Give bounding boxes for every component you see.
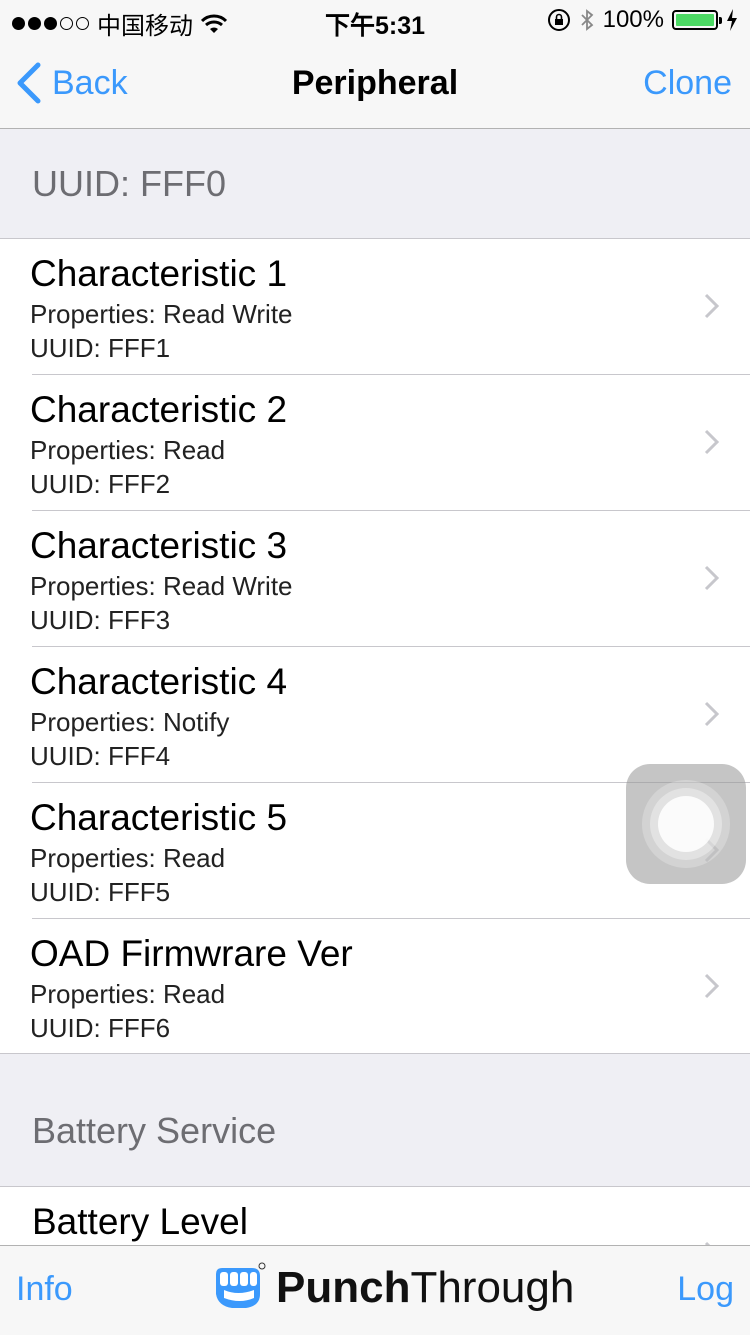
clone-button[interactable]: Clone: [643, 64, 732, 103]
characteristic-row-1[interactable]: Characteristic 1 Properties: Read Write …: [0, 239, 750, 375]
row-properties: Properties: Read: [30, 435, 226, 465]
row-uuid: UUID: FFF6: [30, 1013, 171, 1043]
row-title: OAD Firmwrare Ver: [30, 933, 353, 974]
row-title: Characteristic 2: [30, 389, 288, 430]
punchthrough-logo: PunchThrough: [210, 1260, 574, 1316]
navigation-bar: Back Peripheral Clone: [0, 40, 750, 129]
info-button[interactable]: Info: [16, 1270, 73, 1309]
orientation-lock-icon: [547, 9, 570, 31]
chevron-right-icon: [704, 429, 720, 455]
chevron-right-icon: [704, 565, 720, 591]
row-properties: Properties: Notify: [30, 707, 230, 737]
row-uuid: UUID: FFF3: [30, 605, 171, 635]
row-uuid: UUID: FFF2: [30, 469, 171, 499]
bluetooth-icon: [580, 9, 593, 31]
characteristic-row-6[interactable]: OAD Firmwrare Ver Properties: Read UUID:…: [0, 919, 750, 1055]
battery-percent: 100%: [602, 6, 664, 33]
page-title: Peripheral: [291, 64, 459, 102]
row-title: Characteristic 1: [30, 253, 288, 294]
row-properties: Properties: Read Write: [30, 571, 293, 601]
characteristic-row-4[interactable]: Characteristic 4 Properties: Notify UUID…: [0, 647, 750, 783]
brand-name: PunchThrough: [276, 1263, 575, 1312]
battery-icon: [672, 10, 722, 30]
assistive-touch-button[interactable]: [626, 764, 746, 884]
section-header-fff0: UUID: FFF0: [0, 129, 750, 239]
row-properties: Properties: Read: [30, 843, 226, 873]
section-header-label: Battery Service: [32, 1110, 277, 1151]
section-header-label: UUID: FFF0: [32, 163, 226, 204]
row-uuid: UUID: FFF4: [30, 741, 171, 771]
fist-logo-icon: [216, 1262, 266, 1308]
row-uuid: UUID: FFF1: [30, 333, 171, 363]
log-button[interactable]: Log: [677, 1270, 734, 1309]
battery-list: Battery Level: [0, 1187, 750, 1245]
characteristic-row-3[interactable]: Characteristic 3 Properties: Read Write …: [0, 511, 750, 647]
chevron-right-icon: [704, 293, 720, 319]
chevron-right-icon: [704, 973, 720, 999]
section-header-battery: Battery Service: [0, 1054, 750, 1187]
status-right: 100%: [547, 6, 738, 34]
row-title: Battery Level: [32, 1201, 248, 1242]
characteristics-list: Characteristic 1 Properties: Read Write …: [0, 239, 750, 1055]
status-bar: 中国移动 下午5:31 100%: [0, 0, 750, 40]
characteristic-row-2[interactable]: Characteristic 2 Properties: Read UUID: …: [0, 375, 750, 511]
charging-bolt-icon: [727, 9, 737, 31]
chevron-right-icon: [704, 701, 720, 727]
row-title: Characteristic 4: [30, 661, 288, 702]
row-title: Characteristic 5: [30, 797, 288, 838]
row-properties: Properties: Read: [30, 979, 226, 1009]
row-properties: Properties: Read Write: [30, 299, 293, 329]
row-uuid: UUID: FFF5: [30, 877, 171, 907]
bottom-toolbar: Info PunchThrough Log: [0, 1245, 750, 1335]
battery-level-row[interactable]: Battery Level: [0, 1187, 750, 1245]
row-title: Characteristic 3: [30, 525, 288, 566]
